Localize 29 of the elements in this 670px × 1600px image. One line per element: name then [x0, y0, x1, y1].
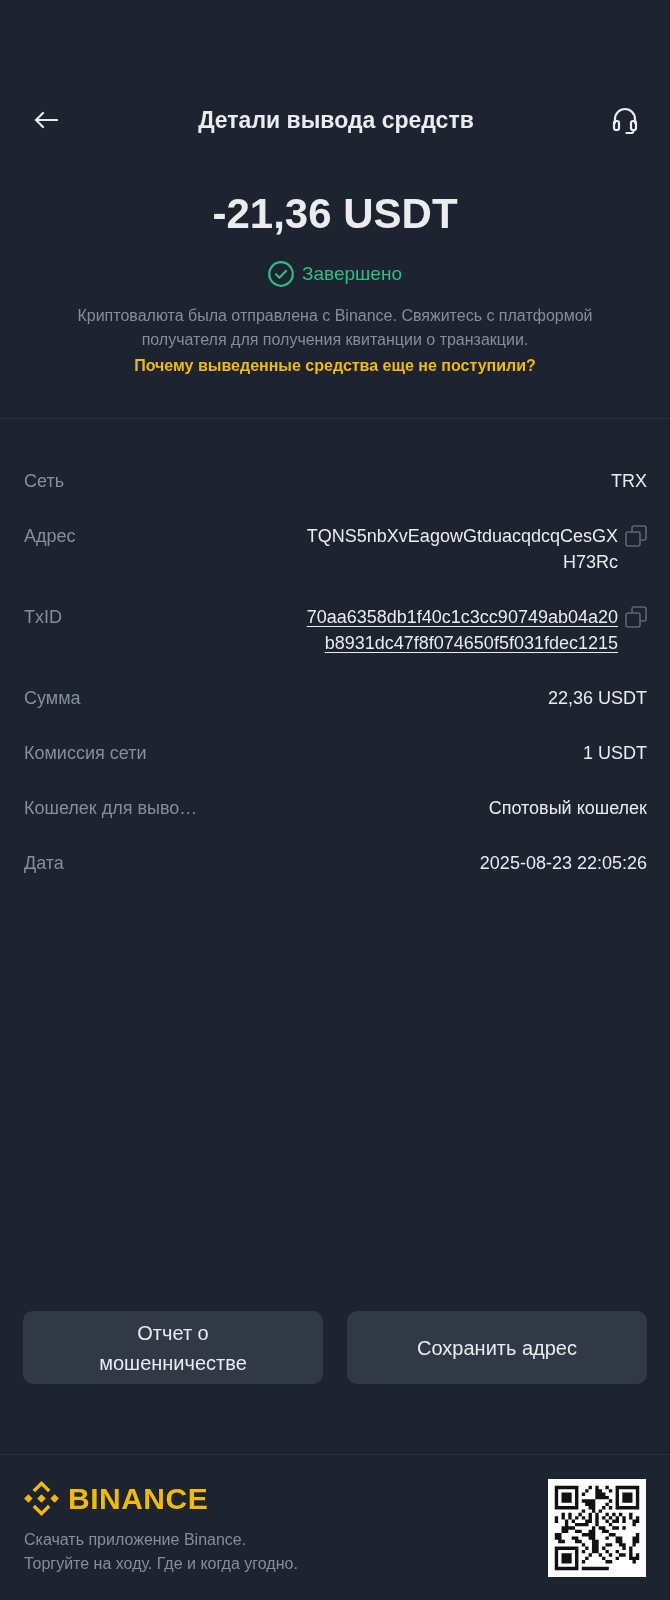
detail-label: Комиссия сети	[24, 742, 147, 765]
copy-icon[interactable]	[625, 525, 647, 547]
amount-text: -21,36 USDT	[212, 190, 458, 238]
logo-icon	[24, 1481, 59, 1516]
brand-name: BINANCE	[68, 1481, 209, 1516]
check-circle-icon	[268, 261, 295, 287]
back-arrow-icon[interactable]	[34, 111, 58, 129]
detail-value: 1 USDT	[583, 742, 647, 765]
action-button[interactable]: Сохранить адрес	[347, 1311, 647, 1384]
headset-icon[interactable]	[612, 106, 638, 134]
page-title: Детали вывода средств	[198, 106, 474, 134]
detail-value: Спотовый кошелек	[488, 797, 647, 820]
detail-label: Адрес	[24, 525, 76, 548]
detail-label: TxID	[24, 606, 62, 629]
tagline-text: Скачать приложение Binance. Торгуйте на ходу. Где и когда угодно.	[24, 1530, 298, 1574]
detail-value: TQNS5nbXvEagowGtduacqdcqCesGXH73Rc	[305, 525, 618, 574]
detail-label: Кошелек для выво…	[24, 797, 198, 820]
txid-link[interactable]: 70aa6358db1f40c1c3cc90749ab04a20b8931dc47f8f074650f5f031fdec1215	[302, 604, 618, 656]
status-label: Завершено	[302, 262, 402, 286]
info-text: Криптовалюта была отправлена с Binance. Свяжитесь с платформой получателя для получения квитанции о транзакции.	[76, 306, 594, 350]
help-link[interactable]: Почему выведенные средства еще не поступили?	[134, 354, 536, 378]
detail-value: 22,36 USDT	[547, 687, 647, 710]
detail-value: TRX	[611, 470, 647, 493]
detail-label: Сумма	[24, 687, 81, 710]
detail-label: Дата	[24, 852, 64, 875]
detail-value: 2025-08-23 22:05:26	[479, 852, 647, 875]
copy-icon[interactable]	[625, 606, 647, 628]
action-button[interactable]: Отчет о мошенничестве	[23, 1311, 323, 1384]
detail-label: Сеть	[24, 470, 65, 493]
